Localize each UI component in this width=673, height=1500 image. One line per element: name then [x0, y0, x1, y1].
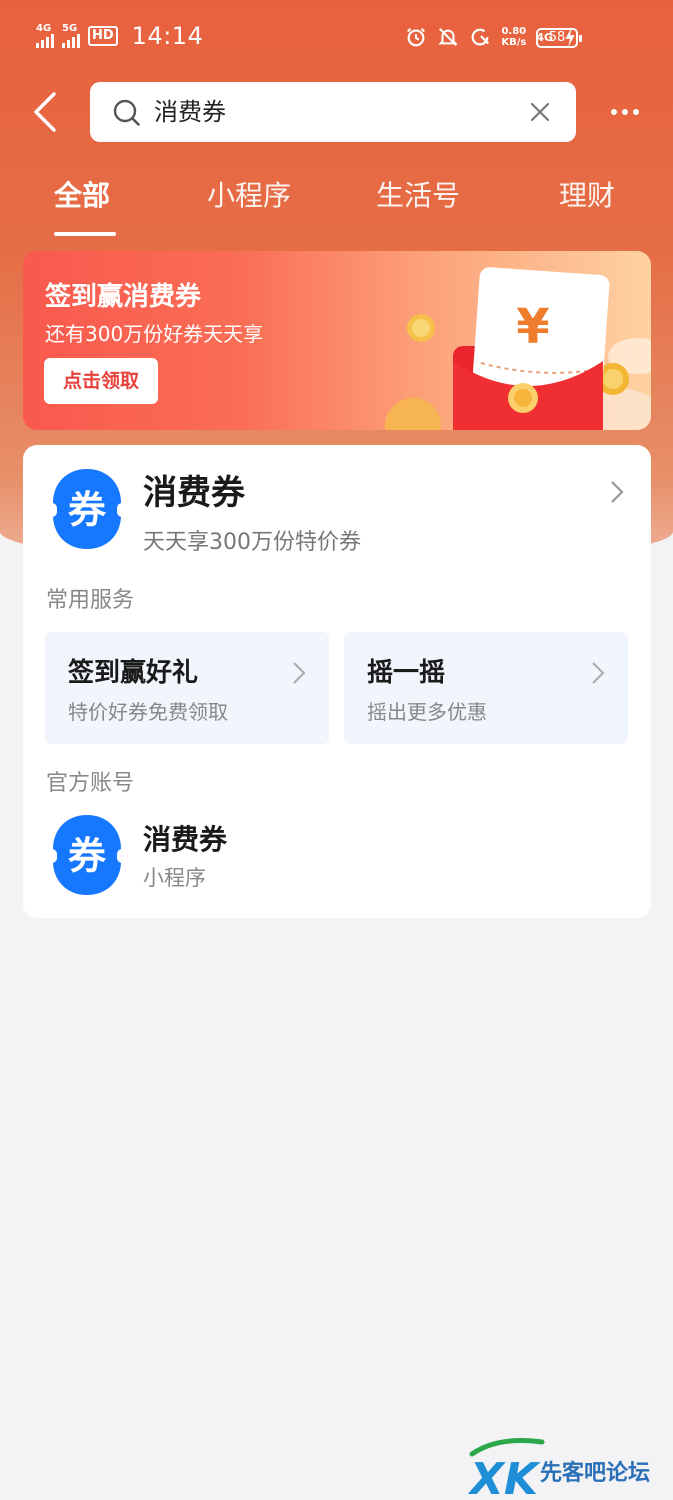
logo-char: 券: [68, 834, 107, 878]
service-card-shake[interactable]: 摇一摇 摇出更多优惠: [344, 632, 628, 744]
promo-banner[interactable]: 签到赢消费券 还有300万份好券天天享 点击领取 ¥: [23, 251, 651, 430]
alarm-icon: [407, 28, 426, 47]
signal-bars-icon: [62, 34, 80, 48]
tab-finance[interactable]: 理财: [559, 176, 615, 216]
speed-unit: KB/s: [501, 37, 527, 48]
chevron-right-icon: [592, 662, 605, 684]
watermark-logo-text: XK: [468, 1454, 541, 1500]
network-type-1: 4G: [36, 23, 52, 34]
service-card-checkin[interactable]: 签到赢好礼 特价好券免费领取: [45, 632, 329, 744]
search-icon: [113, 99, 140, 126]
service-title: 摇一摇: [367, 658, 446, 688]
result-subtitle: 天天享300万份特价券: [143, 530, 361, 555]
service-subtitle: 特价好券免费领取: [68, 700, 228, 724]
services-section-label: 常用服务: [46, 588, 135, 613]
sync-icon: [471, 28, 490, 46]
chevron-right-icon: [293, 662, 306, 684]
chevron-right-icon: [611, 481, 624, 503]
claim-button[interactable]: 点击领取: [44, 358, 158, 404]
result-title: 消费券: [143, 473, 245, 513]
forum-watermark-logo: XK 先客吧论坛: [468, 1438, 650, 1500]
result-card: 券 消费券 天天享300万份特价券 常用服务 签到赢好礼 特价好券免费领取 摇一…: [23, 445, 651, 918]
close-icon[interactable]: [528, 100, 552, 124]
more-options-icon[interactable]: [611, 100, 641, 124]
watermark-text: 先客吧论坛: [540, 1460, 650, 1486]
service-title: 签到赢好礼: [68, 658, 199, 688]
status-left: 4G 5G HD 14:14: [36, 22, 203, 50]
search-results-page: 4G 5G HD 14:14 0.80 KB/s 4G 58 消费券 全部 小程…: [0, 0, 673, 1500]
network-type-2: 5G: [62, 23, 78, 34]
svg-text:¥: ¥: [516, 299, 549, 355]
tab-bar: 全部 小程序 生活号 理财: [0, 168, 673, 238]
signal-1: 4G: [36, 24, 54, 48]
banner-subtitle: 还有300万份好券天天享: [45, 322, 264, 346]
official-section-label: 官方账号: [46, 771, 135, 796]
back-arrow-icon[interactable]: [28, 90, 64, 134]
tab-all[interactable]: 全部: [54, 176, 110, 216]
hd-badge: HD: [88, 26, 118, 46]
coupon-app-logo: 券: [51, 815, 123, 895]
logo-char: 券: [68, 488, 107, 532]
tab-mini-program[interactable]: 小程序: [207, 176, 291, 216]
search-query-text: 消费券: [154, 98, 226, 126]
battery-indicator: 58: [536, 28, 582, 48]
coupon-app-logo: 券: [51, 469, 123, 549]
clock: 14:14: [131, 22, 204, 50]
status-bar: 4G 5G HD 14:14 0.80 KB/s 4G 58: [0, 0, 673, 78]
network-speed: 0.80 KB/s: [501, 26, 526, 48]
active-tab-indicator: [54, 232, 116, 236]
signal-2: 5G: [62, 24, 80, 48]
banner-title: 签到赢消费券: [45, 282, 202, 312]
tab-life-account[interactable]: 生活号: [376, 176, 460, 216]
mute-bell-icon: [438, 28, 459, 46]
signal-bars-icon: [36, 34, 54, 48]
official-account-type: 小程序: [143, 866, 206, 890]
service-subtitle: 摇出更多优惠: [367, 700, 487, 724]
speed-value: 0.80: [501, 26, 527, 37]
search-input[interactable]: 消费券: [90, 82, 576, 142]
red-envelope-yuan-icon: ¥: [385, 267, 651, 430]
official-account-title: 消费券: [143, 823, 228, 856]
